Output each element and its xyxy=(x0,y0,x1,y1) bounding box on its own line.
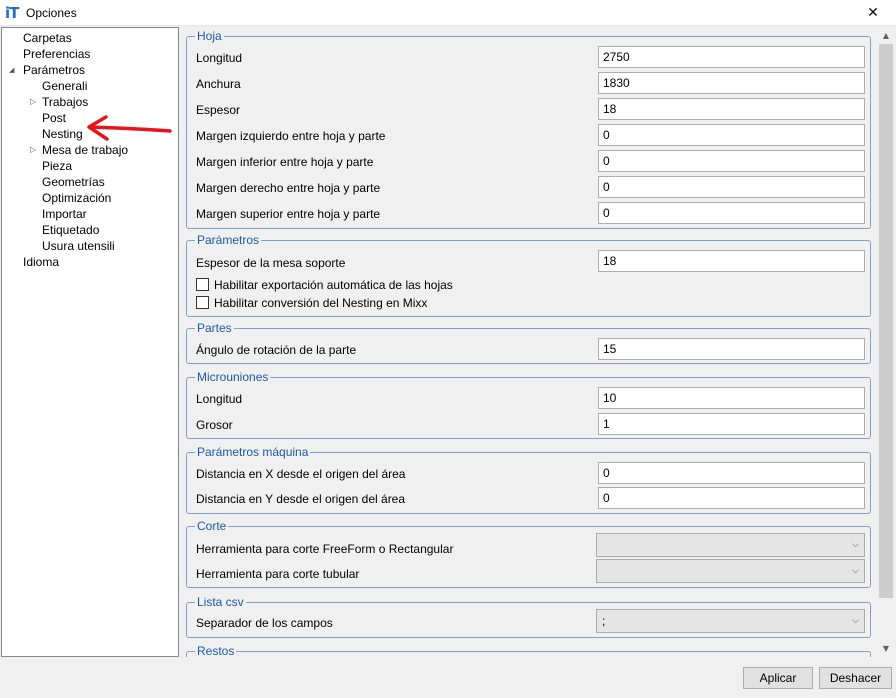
group-title: Hoja xyxy=(195,29,224,43)
micro-grosor-input[interactable]: 1 xyxy=(598,413,865,435)
group-corte: Corte Herramienta para corte FreeForm o … xyxy=(186,519,871,588)
field-label: Separador de los campos xyxy=(196,616,333,630)
field-label: Margen inferior entre hoja y parte xyxy=(196,155,374,169)
tree-item-mesa-de-trabajo[interactable]: Mesa de trabajo xyxy=(42,142,128,158)
checkbox-label: Habilitar exportación automática de las … xyxy=(214,278,453,292)
conversion-nesting-checkbox[interactable] xyxy=(196,296,209,309)
tree-item-generali[interactable]: Generali xyxy=(42,78,87,94)
group-title: Corte xyxy=(195,519,229,533)
tree-item-post[interactable]: Post xyxy=(42,110,66,126)
group-microuniones: Microuniones Longitud 10 Grosor 1 xyxy=(186,370,871,439)
title-bar: iT Opciones ✕ xyxy=(0,0,896,26)
scroll-down-icon[interactable]: ▼ xyxy=(877,640,895,657)
field-label: Ángulo de rotación de la parte xyxy=(196,343,357,357)
scrollbar-thumb[interactable] xyxy=(879,44,893,598)
group-title: Restos xyxy=(195,644,237,657)
longitud-input[interactable]: 2750 xyxy=(598,46,865,68)
field-label: Espesor de la mesa soporte xyxy=(196,256,346,270)
group-parametros-maquina: Parámetros máquina Distancia en X desde … xyxy=(186,445,871,514)
margen-izquierdo-input[interactable]: 0 xyxy=(598,124,865,146)
red-arrow-annotation xyxy=(87,115,172,141)
micro-longitud-input[interactable]: 10 xyxy=(598,387,865,409)
field-label: Margen izquierdo entre hoja y parte xyxy=(196,129,386,143)
group-lista-csv: Lista csv Separador de los campos ; ⌵ xyxy=(186,595,871,638)
settings-panel: Hoja Longitud 2750 Anchura 1830 Espesor … xyxy=(180,27,877,657)
anchura-input[interactable]: 1830 xyxy=(598,72,865,94)
undo-button[interactable]: Deshacer xyxy=(819,667,892,689)
field-label: Distancia en X desde el origen del área xyxy=(196,467,406,481)
field-label: Longitud xyxy=(196,392,243,406)
margen-derecho-input[interactable]: 0 xyxy=(598,176,865,198)
scroll-up-icon[interactable]: ▲ xyxy=(877,27,895,44)
tree-item-parametros[interactable]: Parámetros xyxy=(23,62,85,78)
espesor-input[interactable]: 18 xyxy=(598,98,865,120)
app-logo-icon: iT xyxy=(5,4,19,22)
field-label: Anchura xyxy=(196,77,241,91)
close-icon[interactable]: ✕ xyxy=(850,0,896,26)
tree-item-pieza[interactable]: Pieza xyxy=(42,158,72,174)
distancia-x-input[interactable]: 0 xyxy=(598,462,865,484)
tree-item-carpetas[interactable]: Carpetas xyxy=(23,30,72,46)
vertical-scrollbar[interactable]: ▲ ▼ xyxy=(877,27,895,657)
field-label: Margen superior entre hoja y parte xyxy=(196,207,381,221)
chevron-down-icon: ⌵ xyxy=(852,540,859,550)
field-label: Grosor xyxy=(196,418,233,432)
checkbox-label: Habilitar conversión del Nesting en Mixx xyxy=(214,296,428,310)
selected-value: ; xyxy=(602,614,606,628)
field-label: Longitud xyxy=(196,51,243,65)
margen-inferior-input[interactable]: 0 xyxy=(598,150,865,172)
group-title: Parámetros máquina xyxy=(195,445,311,459)
group-hoja: Hoja Longitud 2750 Anchura 1830 Espesor … xyxy=(186,29,871,229)
separador-campos-select[interactable]: ; ⌵ xyxy=(596,609,865,633)
tree-item-usura-utensili[interactable]: Usura utensili xyxy=(42,238,115,254)
group-title: Microuniones xyxy=(195,370,271,384)
herramienta-tubular-select[interactable]: ⌵ xyxy=(596,559,865,583)
tree-item-idioma[interactable]: Idioma xyxy=(23,254,59,270)
tree-collapsed-icon[interactable]: ▷ xyxy=(30,94,36,110)
field-label: Espesor xyxy=(196,103,241,117)
chevron-down-icon: ⌵ xyxy=(852,616,859,626)
angulo-rotacion-input[interactable]: 15 xyxy=(598,338,865,360)
field-label: Herramienta para corte FreeForm o Rectan… xyxy=(196,542,454,556)
apply-button[interactable]: Aplicar xyxy=(743,667,813,689)
distancia-y-input[interactable]: 0 xyxy=(598,487,865,509)
group-title: Partes xyxy=(195,321,234,335)
group-partes: Partes Ángulo de rotación de la parte 15 xyxy=(186,321,871,364)
espesor-mesa-input[interactable]: 18 xyxy=(598,250,865,272)
margen-superior-input[interactable]: 0 xyxy=(598,202,865,224)
group-parametros: Parámetros Espesor de la mesa soporte 18… xyxy=(186,233,871,317)
group-title: Lista csv xyxy=(195,595,246,609)
tree-item-etiquetado[interactable]: Etiquetado xyxy=(42,222,99,238)
group-title: Parámetros xyxy=(195,233,262,247)
chevron-down-icon: ⌵ xyxy=(852,566,859,576)
tree-item-importar[interactable]: Importar xyxy=(42,206,87,222)
field-label: Herramienta para corte tubular xyxy=(196,567,360,581)
tree-item-preferencias[interactable]: Preferencias xyxy=(23,46,90,62)
tree-expanded-icon[interactable]: ◢ xyxy=(9,62,14,78)
field-label: Margen derecho entre hoja y parte xyxy=(196,181,381,195)
window-title: Opciones xyxy=(26,6,77,20)
tree-item-geometrias[interactable]: Geometrías xyxy=(42,174,105,190)
tree-item-optimizacion[interactable]: Optimización xyxy=(42,190,111,206)
exportacion-automatica-checkbox[interactable] xyxy=(196,278,209,291)
tree-collapsed-icon[interactable]: ▷ xyxy=(30,142,36,158)
herramienta-freeform-select[interactable]: ⌵ xyxy=(596,533,865,557)
field-label: Distancia en Y desde el origen del área xyxy=(196,492,406,506)
tree-item-nesting[interactable]: Nesting xyxy=(42,126,83,142)
group-restos: Restos xyxy=(186,644,871,657)
tree-item-trabajos[interactable]: Trabajos xyxy=(42,94,88,110)
